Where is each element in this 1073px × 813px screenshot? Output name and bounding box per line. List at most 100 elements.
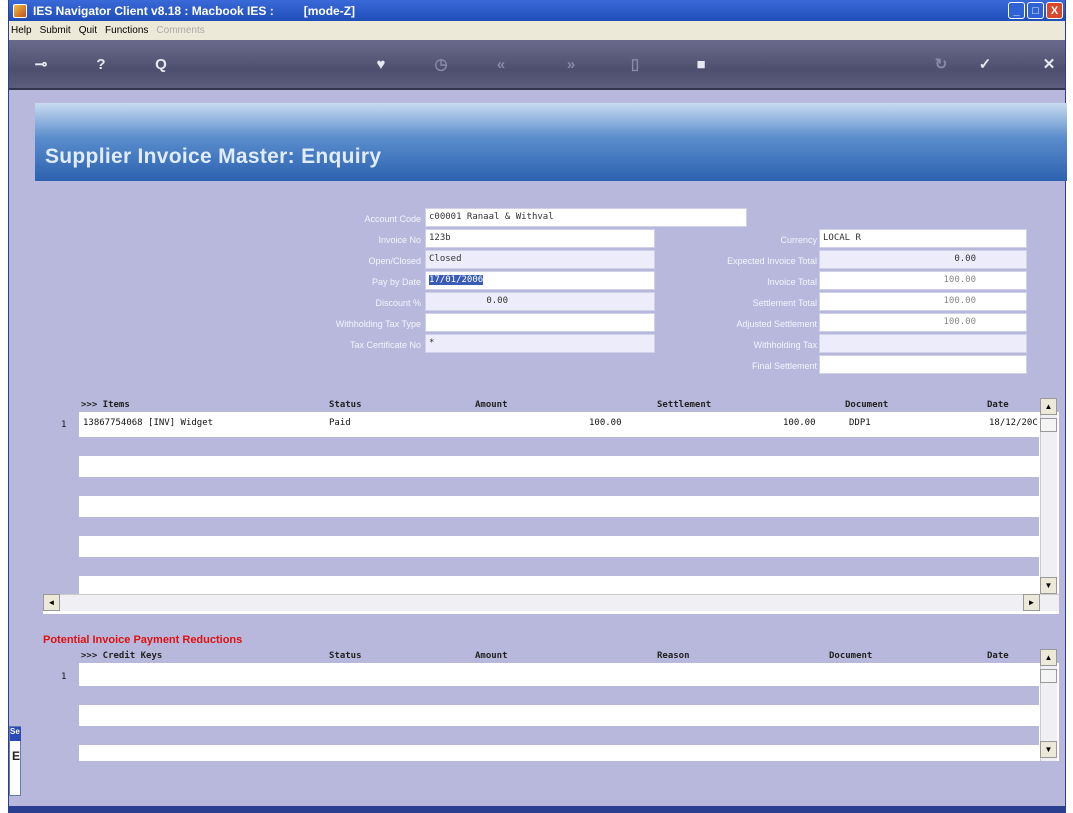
table-row[interactable] xyxy=(79,496,1039,515)
title-bar: IES Navigator Client v8.18 : Macbook IES… xyxy=(9,0,1065,21)
table-row[interactable] xyxy=(79,665,1039,684)
side-panel-tab[interactable]: Se E xyxy=(9,726,21,796)
currency-label: Currency xyxy=(780,235,817,245)
table-row[interactable] xyxy=(79,706,1039,725)
table-row[interactable] xyxy=(79,437,1039,456)
scroll-down-button[interactable]: ▼ xyxy=(1040,741,1057,758)
reductions-vertical-scrollbar[interactable]: ▲ ▼ xyxy=(1040,649,1057,761)
col-document[interactable]: Document xyxy=(845,400,888,410)
items-row-gutter xyxy=(43,412,79,594)
reductions-grid-header: >>> Credit Keys Status Amount Reason Doc… xyxy=(43,649,1059,663)
items-horizontal-scrollbar[interactable]: ◄ ► xyxy=(43,594,1059,611)
table-row[interactable] xyxy=(79,576,1039,592)
currency-field[interactable]: LOCAL R xyxy=(819,229,1027,248)
items-vertical-scrollbar[interactable]: ▲ ▼ xyxy=(1040,398,1057,594)
app-window: IES Navigator Client v8.18 : Macbook IES… xyxy=(8,0,1067,813)
pay-by-date-value: 17/01/2006 xyxy=(429,275,484,285)
scroll-up-button[interactable]: ▲ xyxy=(1040,649,1057,666)
account-code-field[interactable]: c00001 Ranaal & Withval xyxy=(425,208,747,227)
menu-quit[interactable]: Quit xyxy=(79,25,97,36)
col-reason[interactable]: Reason xyxy=(657,651,690,661)
col-amount[interactable]: Amount xyxy=(475,400,508,410)
scroll-down-button[interactable]: ▼ xyxy=(1040,577,1057,594)
tax-certificate-label: Tax Certificate No xyxy=(349,340,421,350)
item-cell: 13867754068 [INV] Widget xyxy=(83,418,214,428)
reductions-row-number: 1 xyxy=(61,672,67,682)
items-grid: >>> Items Status Amount Settlement Docum… xyxy=(43,398,1059,614)
invoice-no-field[interactable]: 123b xyxy=(425,229,655,248)
menu-functions[interactable]: Functions xyxy=(105,25,148,36)
scroll-thumb[interactable] xyxy=(1040,669,1057,683)
menu-submit[interactable]: Submit xyxy=(40,25,71,36)
invoice-no-label: Invoice No xyxy=(378,235,421,245)
table-row[interactable] xyxy=(79,536,1039,555)
bookmark-icon: ▯ xyxy=(630,56,640,73)
table-row[interactable] xyxy=(79,745,1039,759)
window-title: IES Navigator Client v8.18 : Macbook IES… xyxy=(33,3,274,18)
status-cell: Paid xyxy=(329,418,351,428)
scroll-thumb[interactable] xyxy=(1040,418,1057,432)
tax-certificate-field[interactable]: * xyxy=(425,334,655,353)
toolbar: ⊸ ? Q ♥ ◷ « » ▯ ■ ↻ ✓ ✕ xyxy=(9,40,1065,90)
close-button[interactable]: X xyxy=(1046,2,1063,19)
open-closed-label: Open/Closed xyxy=(368,256,421,266)
withholding-tax-label: Withholding Tax xyxy=(753,340,817,350)
side-panel-label: Se xyxy=(10,727,21,741)
help-icon[interactable]: ? xyxy=(91,54,111,74)
reductions-grid: >>> Credit Keys Status Amount Reason Doc… xyxy=(43,649,1059,761)
col-date[interactable]: Date xyxy=(987,651,1009,661)
scroll-right-button[interactable]: ► xyxy=(1023,594,1040,611)
pay-by-date-field[interactable]: 17/01/2006 xyxy=(425,271,655,290)
minimize-button[interactable]: _ xyxy=(1008,2,1025,19)
scroll-up-button[interactable]: ▲ xyxy=(1040,398,1057,415)
withholding-tax-field xyxy=(819,334,1027,353)
cancel-icon[interactable]: ✕ xyxy=(1039,54,1059,74)
col-items[interactable]: >>> Items xyxy=(81,400,130,410)
col-status[interactable]: Status xyxy=(329,400,362,410)
table-row[interactable] xyxy=(79,557,1039,576)
expected-invoice-total-label: Expected Invoice Total xyxy=(727,256,817,266)
refresh-icon[interactable]: ↻ xyxy=(931,54,951,74)
table-row[interactable] xyxy=(79,726,1039,745)
menu-bar: Help Submit Quit Functions Comments xyxy=(9,21,1065,40)
settlement-cell: 100.00 xyxy=(783,418,816,428)
scroll-left-button[interactable]: ◄ xyxy=(43,594,60,611)
expected-invoice-total-field[interactable]: 0.00 xyxy=(819,250,1027,269)
key-icon[interactable]: ⊸ xyxy=(31,54,51,74)
col-credit-keys[interactable]: >>> Credit Keys xyxy=(81,651,162,661)
table-row[interactable] xyxy=(79,456,1039,475)
col-date[interactable]: Date xyxy=(987,400,1009,410)
page-header: Supplier Invoice Master: Enquiry xyxy=(35,103,1067,181)
col-document[interactable]: Document xyxy=(829,651,872,661)
items-row-number: 1 xyxy=(61,420,67,430)
search-icon[interactable]: Q xyxy=(151,54,171,74)
menu-comments: Comments xyxy=(156,25,205,36)
heart-icon[interactable]: ♥ xyxy=(371,54,391,74)
amount-cell: 100.00 xyxy=(589,418,622,428)
open-closed-field[interactable]: Closed xyxy=(425,250,655,269)
mode-indicator: [mode-Z] xyxy=(303,3,356,18)
stop-icon[interactable]: ■ xyxy=(691,54,711,74)
table-row[interactable] xyxy=(79,477,1039,496)
account-code-label: Account Code xyxy=(364,214,421,224)
invoice-total-label: Invoice Total xyxy=(767,277,817,287)
discount-field[interactable]: 0.00 xyxy=(425,292,655,311)
col-amount[interactable]: Amount xyxy=(475,651,508,661)
col-settlement[interactable]: Settlement xyxy=(657,400,711,410)
menu-help[interactable]: Help xyxy=(11,25,32,36)
settlement-total-field: 100.00 xyxy=(819,292,1027,311)
table-row[interactable] xyxy=(79,686,1039,705)
document-cell: DDP1 xyxy=(849,418,871,428)
final-settlement-field xyxy=(819,355,1027,374)
rewind-icon: « xyxy=(496,55,506,73)
discount-label: Discount % xyxy=(375,298,421,308)
window-controls: _ □ X xyxy=(1008,2,1063,19)
ok-icon[interactable]: ✓ xyxy=(975,54,995,74)
maximize-button[interactable]: □ xyxy=(1027,2,1044,19)
col-status[interactable]: Status xyxy=(329,651,362,661)
table-row[interactable]: 13867754068 [INV] Widget Paid 100.00 100… xyxy=(79,414,1039,433)
pay-by-date-label: Pay by Date xyxy=(371,277,421,287)
table-row[interactable] xyxy=(79,517,1039,536)
reductions-section-title: Potential Invoice Payment Reductions xyxy=(43,634,243,646)
withholding-tax-type-field[interactable] xyxy=(425,313,655,332)
